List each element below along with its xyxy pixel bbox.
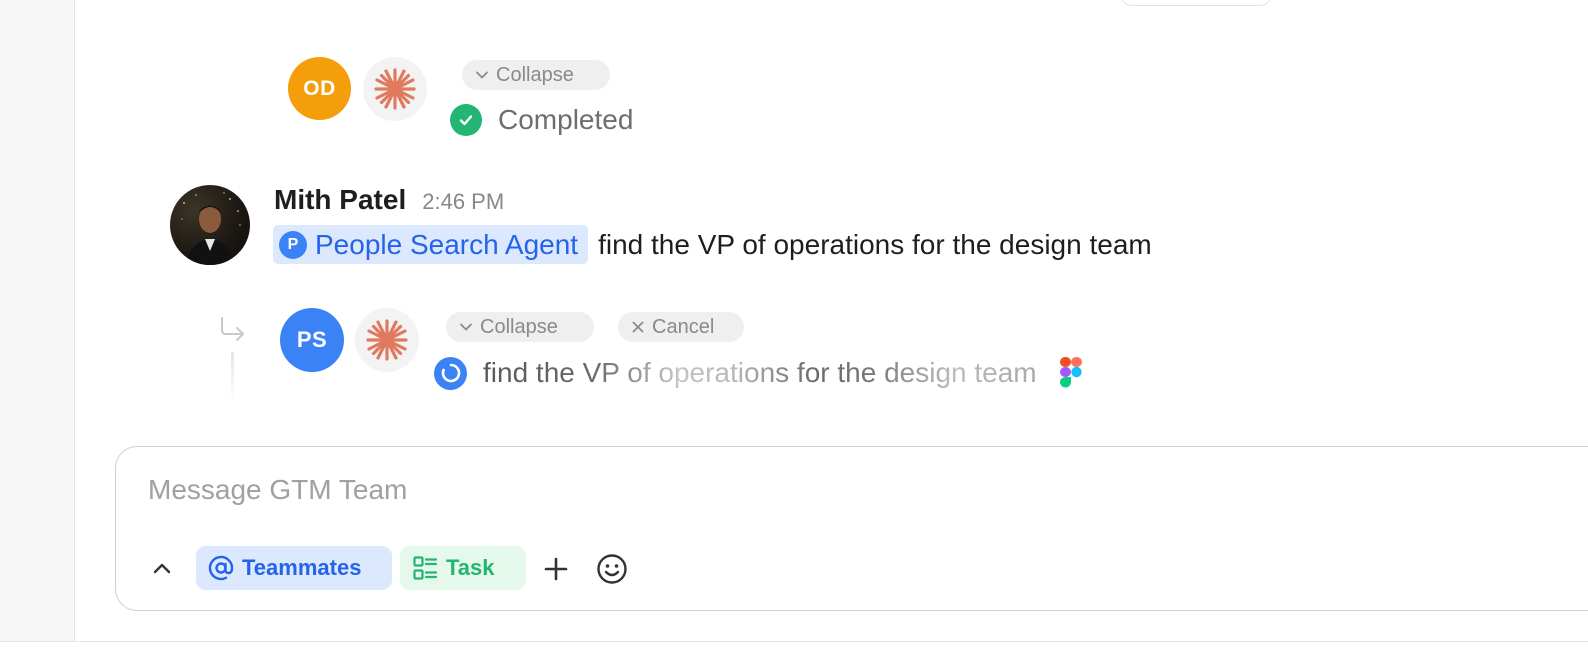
agent-avatar-od: OD: [288, 57, 351, 120]
close-icon: [632, 321, 644, 333]
figma-icon: [1059, 357, 1082, 388]
emoji-icon: [597, 554, 627, 584]
claude-avatar: [355, 308, 419, 372]
message-body: P People Search Agent find the VP of ope…: [273, 225, 1152, 264]
run-status: Completed: [450, 104, 633, 136]
message-text: find the VP of operations for the design…: [598, 228, 1152, 260]
user-avatar[interactable]: [170, 185, 250, 265]
teammates-label: Teammates: [242, 555, 362, 580]
chevron-down-icon: [476, 71, 488, 79]
collapse-button[interactable]: Collapse: [446, 312, 594, 342]
message-header: Mith Patel 2:46 PM: [274, 184, 504, 216]
chevron-up-icon: [153, 563, 171, 574]
agent-mention[interactable]: P People Search Agent: [273, 225, 589, 264]
message-timestamp: 2:46 PM: [422, 189, 505, 214]
emoji-button[interactable]: [594, 551, 630, 587]
avatar-initials: OD: [303, 76, 336, 100]
claude-asterisk-icon: [374, 68, 416, 110]
check-circle-icon: [450, 104, 482, 136]
teammates-button[interactable]: Teammates: [196, 546, 392, 590]
add-attachment-button[interactable]: [540, 553, 572, 585]
task-label: Task: [446, 555, 495, 580]
collapse-button[interactable]: Collapse: [462, 60, 610, 90]
left-sidebar-rail: [0, 0, 75, 642]
claude-avatar: [363, 57, 427, 121]
bottom-strip: [0, 641, 1588, 671]
user-photo: [181, 192, 241, 265]
expand-composer-button[interactable]: [146, 553, 178, 585]
claude-asterisk-icon: [366, 319, 408, 361]
chevron-down-icon: [460, 323, 472, 331]
agent-avatar-ps: PS: [280, 308, 344, 372]
status-label: Completed: [498, 104, 634, 135]
message-input[interactable]: [146, 473, 1450, 507]
task-list-icon: [413, 556, 438, 580]
collapse-label: Collapse: [496, 63, 574, 86]
spinner-icon: [434, 356, 467, 390]
cancel-button[interactable]: Cancel: [618, 312, 744, 342]
progress-text: find the VP of operations for the design…: [483, 357, 1037, 388]
top-scroll-pill[interactable]: [1120, 0, 1272, 6]
thread-line: [231, 352, 234, 402]
mention-label: People Search Agent: [315, 228, 579, 260]
thread-reply-arrow-icon: [221, 317, 244, 341]
collapse-label: Collapse: [480, 315, 558, 338]
run-progress: find the VP of operations for the design…: [434, 356, 1083, 390]
message-composer: Teammates Task: [115, 446, 1588, 611]
avatar-initials: PS: [296, 327, 328, 352]
plus-icon: [544, 557, 568, 581]
mention-badge: P: [279, 230, 307, 259]
cancel-label: Cancel: [652, 315, 715, 338]
author-name[interactable]: Mith Patel: [274, 184, 406, 216]
at-sign-icon: [208, 555, 234, 581]
task-button[interactable]: Task: [400, 546, 526, 590]
